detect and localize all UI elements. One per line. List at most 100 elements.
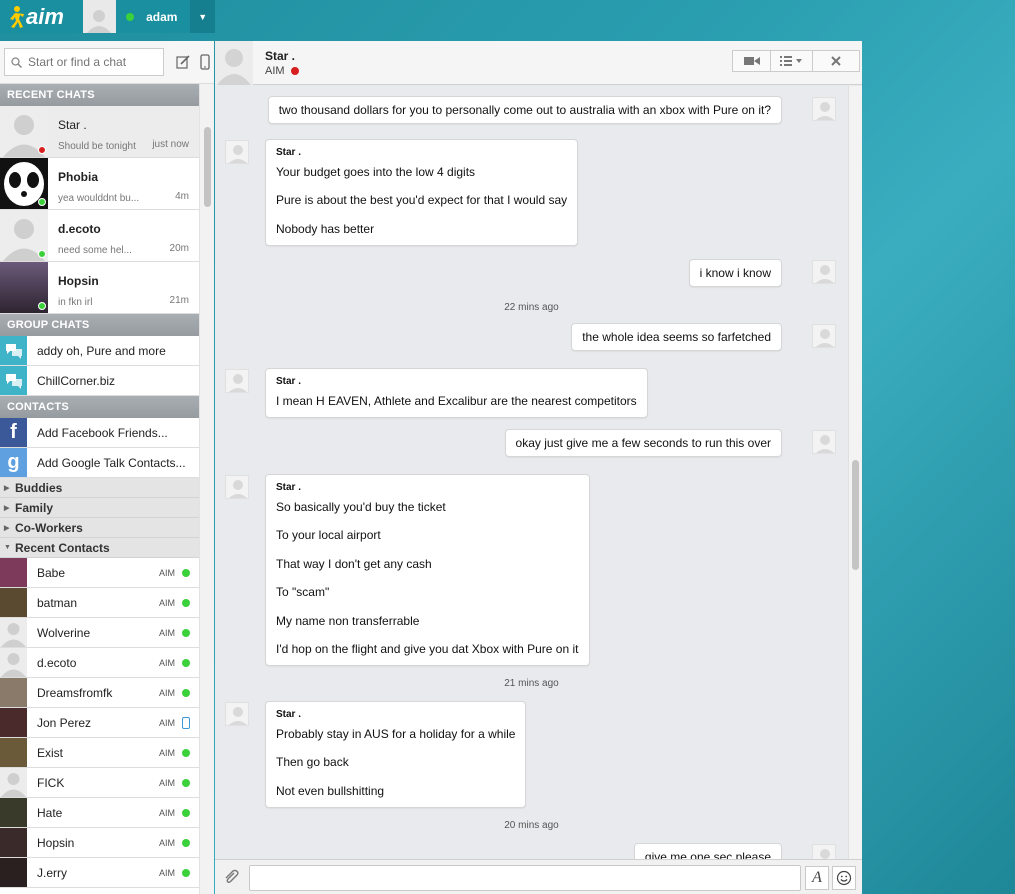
sender-name: Star .	[276, 376, 302, 387]
timestamp: 21m	[169, 295, 189, 306]
timestamp: 4m	[175, 191, 189, 202]
recent-chat-item[interactable]: Phobia yea woulddnt bu... 4m	[0, 158, 199, 210]
search-input[interactable]	[28, 55, 156, 69]
contact-name: d.ecoto	[37, 655, 77, 670]
avatar	[0, 558, 27, 587]
network-label: AIM	[158, 837, 175, 848]
network-label: AIM	[158, 717, 175, 728]
emoticon-button[interactable]	[832, 866, 856, 890]
message-line: I mean H EAVEN, Athlete and Excalibur ar…	[276, 394, 637, 408]
contact-row[interactable]: batman AIM	[0, 588, 199, 618]
received-message: Star . So basically you'd buy the ticket T…	[265, 474, 590, 666]
contact-row[interactable]: Jon Perez AIM	[0, 708, 199, 738]
smiley-icon	[836, 870, 852, 886]
logo-text: aim	[26, 3, 64, 29]
chat-status-dot	[290, 67, 299, 75]
sent-message: the whole idea seems so farfetched	[571, 323, 782, 351]
user-name[interactable]: adam	[146, 10, 185, 24]
message-line: Nobody has better	[276, 221, 375, 236]
avatar	[0, 678, 27, 707]
message-avatar	[225, 369, 249, 393]
online-status-dot	[182, 688, 190, 697]
sent-message: give me one sec please	[633, 843, 782, 859]
network-label: AIM	[158, 747, 175, 758]
recent-chat-item[interactable]: d.ecoto need some hel... 20m	[0, 210, 199, 262]
text-format-button[interactable]: A	[805, 866, 829, 890]
online-status-dot	[182, 808, 190, 817]
contact-row[interactable]: Babe AIM	[0, 558, 199, 588]
compose-icon[interactable]	[174, 53, 192, 71]
last-message: yea woulddnt bu...	[58, 193, 140, 204]
online-status-dot	[182, 658, 190, 667]
close-chat-button[interactable]	[813, 51, 859, 71]
sidebar-scroll-thumb[interactable]	[204, 127, 211, 207]
avatar	[0, 262, 48, 313]
message-avatar	[225, 475, 249, 499]
add-facebook-link[interactable]: f Add Facebook Friends...	[0, 418, 199, 448]
contact-links: f Add Facebook Friends... g Add Google Talk…	[0, 418, 199, 478]
contact-name: Star .	[58, 118, 87, 132]
group-chat-item[interactable]: ChillCorner.biz	[0, 366, 199, 396]
contact-group-toggle[interactable]: ▼ Recent Contacts	[0, 538, 199, 558]
sender-name: Star .	[276, 147, 302, 158]
mobile-icon[interactable]	[196, 53, 214, 71]
received-message: Star . Probably stay in AUS for a holiday…	[265, 701, 527, 808]
chat-options-button[interactable]	[771, 51, 813, 71]
contact-row[interactable]: d.ecoto AIM	[0, 648, 199, 678]
avatar	[0, 210, 48, 261]
recent-chat-body: Phobia yea woulddnt bu... 4m	[48, 158, 199, 209]
messages-scrollbar[interactable]	[848, 86, 862, 859]
close-icon	[831, 56, 841, 66]
recent-chat-item[interactable]: Star . Should be tonight just now	[0, 106, 199, 158]
messages-scroll-thumb[interactable]	[852, 460, 859, 570]
message-list[interactable]: two thousand dollars for you to personal…	[215, 86, 848, 859]
contact-row[interactable]: J.erry AIM	[0, 858, 199, 888]
recent-chat-body: Star . Should be tonight just now	[48, 106, 199, 157]
contact-row[interactable]: Exist AIM	[0, 738, 199, 768]
message-line: To "scam"	[276, 585, 330, 600]
contact-name: Jon Perez	[37, 715, 92, 730]
user-avatar[interactable]	[82, 0, 117, 33]
search-box[interactable]	[4, 48, 164, 76]
sidebar-scrollbar[interactable]	[199, 84, 214, 894]
contact-row[interactable]: Hate AIM	[0, 798, 199, 828]
aim-logo[interactable]: aim	[0, 0, 83, 33]
contact-row[interactable]: FICK AIM	[0, 768, 199, 798]
contact-group-toggle[interactable]: ▶ Family	[0, 498, 199, 518]
group-chat-label: ChillCorner.biz	[37, 373, 116, 388]
contact-group-label: Family	[15, 500, 54, 515]
message-input[interactable]	[249, 865, 801, 891]
contact-group-toggle[interactable]: ▶ Buddies	[0, 478, 199, 498]
network-label: AIM	[158, 777, 175, 788]
timestamp: just now	[152, 139, 189, 150]
chat-network-label: AIM	[265, 65, 285, 77]
chat-actions	[732, 50, 860, 72]
user-menu-chevron-icon[interactable]: ▼	[190, 0, 215, 33]
group-chat-label: addy oh, Pure and more	[37, 343, 166, 358]
contact-row[interactable]: Hopsin AIM	[0, 828, 199, 858]
search-icon	[11, 56, 22, 68]
add-google-link[interactable]: g Add Google Talk Contacts...	[0, 448, 199, 478]
message-avatar	[225, 140, 249, 164]
contact-group-toggle[interactable]: ▶ Co-Workers	[0, 518, 199, 538]
contact-link-label: Add Facebook Friends...	[37, 425, 168, 440]
message-line: To your local airport	[276, 528, 381, 543]
chat-window: Star . AIM two thousand dollars for you …	[215, 40, 862, 894]
sent-message: two thousand dollars for you to personal…	[267, 96, 782, 124]
message-timestamp: 21 mins ago	[504, 678, 559, 689]
chevron-right-icon: ▶	[4, 484, 10, 492]
attach-icon[interactable]	[223, 869, 239, 888]
video-call-button[interactable]	[733, 51, 771, 71]
chat-network: AIM	[265, 65, 299, 77]
recent-chat-item[interactable]: Hopsin in fkn irl 21m	[0, 262, 199, 314]
contact-row[interactable]: Wolverine AIM	[0, 618, 199, 648]
recent-chats-header: RECENT CHATS	[0, 84, 199, 106]
chevron-down-icon: ▼	[4, 544, 11, 551]
message-line: I'd hop on the flight and give you dat X…	[276, 641, 579, 656]
status-dot	[38, 198, 46, 206]
message-line: Pure is about the best you'd expect for …	[276, 193, 568, 208]
group-chat-item[interactable]: addy oh, Pure and more	[0, 336, 199, 366]
contact-row[interactable]: Dreamsfromfk AIM	[0, 678, 199, 708]
sender-name: Star .	[276, 482, 302, 493]
chat-avatar[interactable]	[215, 40, 253, 85]
